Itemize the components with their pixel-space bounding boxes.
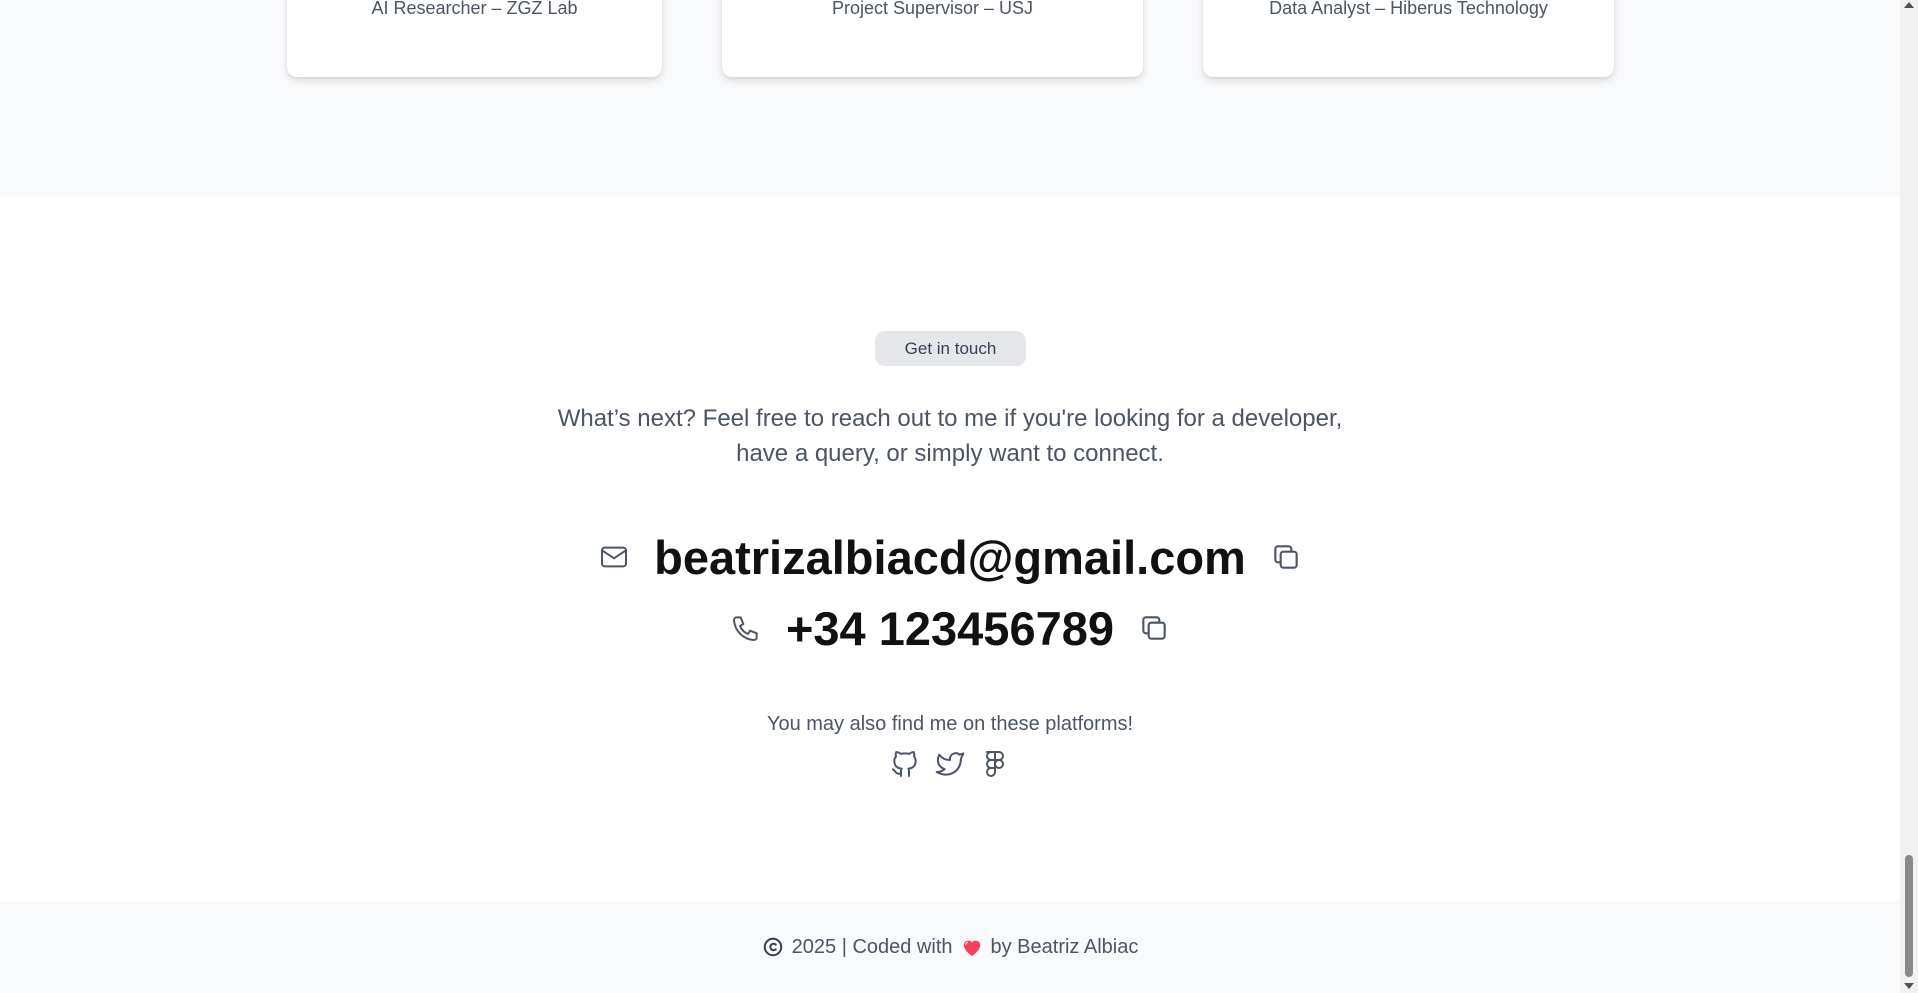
copyright-icon: [762, 936, 784, 958]
contact-intro: What’s next? Feel free to reach out to m…: [557, 405, 1343, 467]
footer: 2025 | Coded with by Beatriz Albiac: [0, 901, 1900, 993]
experience-card-title: AI Researcher – ZGZ Lab: [371, 0, 578, 18]
scroll-up-arrow-icon[interactable]: [1904, 2, 1914, 8]
copy-email-icon[interactable]: [1270, 541, 1302, 573]
get-in-touch-badge: Get in touch: [875, 331, 1026, 366]
github-icon[interactable]: [889, 748, 921, 780]
phone-row: +34 123456789: [0, 598, 1900, 658]
social-links: [0, 748, 1900, 780]
phone-number: +34 123456789: [785, 601, 1115, 655]
platforms-text: You may also find me on these platforms!: [766, 713, 1134, 735]
mail-icon: [598, 541, 630, 573]
contact-section: Get in touch What’s next? Feel free to r…: [0, 197, 1900, 901]
footer-year-text: 2025 | Coded with: [791, 935, 953, 958]
experience-card: Data Analyst – Hiberus Technology: [1203, 0, 1614, 77]
footer-author-text: by Beatriz Albiac: [990, 935, 1139, 958]
experience-card: AI Researcher – ZGZ Lab: [287, 0, 662, 77]
twitter-icon[interactable]: [934, 748, 966, 780]
experience-card-title: Data Analyst – Hiberus Technology: [1269, 0, 1548, 18]
scrollbar-thumb[interactable]: [1905, 855, 1913, 977]
phone-icon: [730, 612, 762, 644]
figma-icon[interactable]: [979, 748, 1011, 780]
vertical-scrollbar[interactable]: [1900, 0, 1918, 993]
experience-section: AI Researcher – ZGZ Lab Project Supervis…: [0, 0, 1900, 197]
scroll-down-arrow-icon[interactable]: [1904, 983, 1914, 989]
email-address: beatrizalbiacd@gmail.com: [654, 530, 1246, 584]
email-row: beatrizalbiacd@gmail.com: [0, 527, 1900, 587]
copy-phone-icon[interactable]: [1138, 612, 1170, 644]
heart-icon: [961, 937, 983, 957]
experience-card-title: Project Supervisor – USJ: [831, 0, 1034, 18]
experience-card: Project Supervisor – USJ: [722, 0, 1143, 77]
